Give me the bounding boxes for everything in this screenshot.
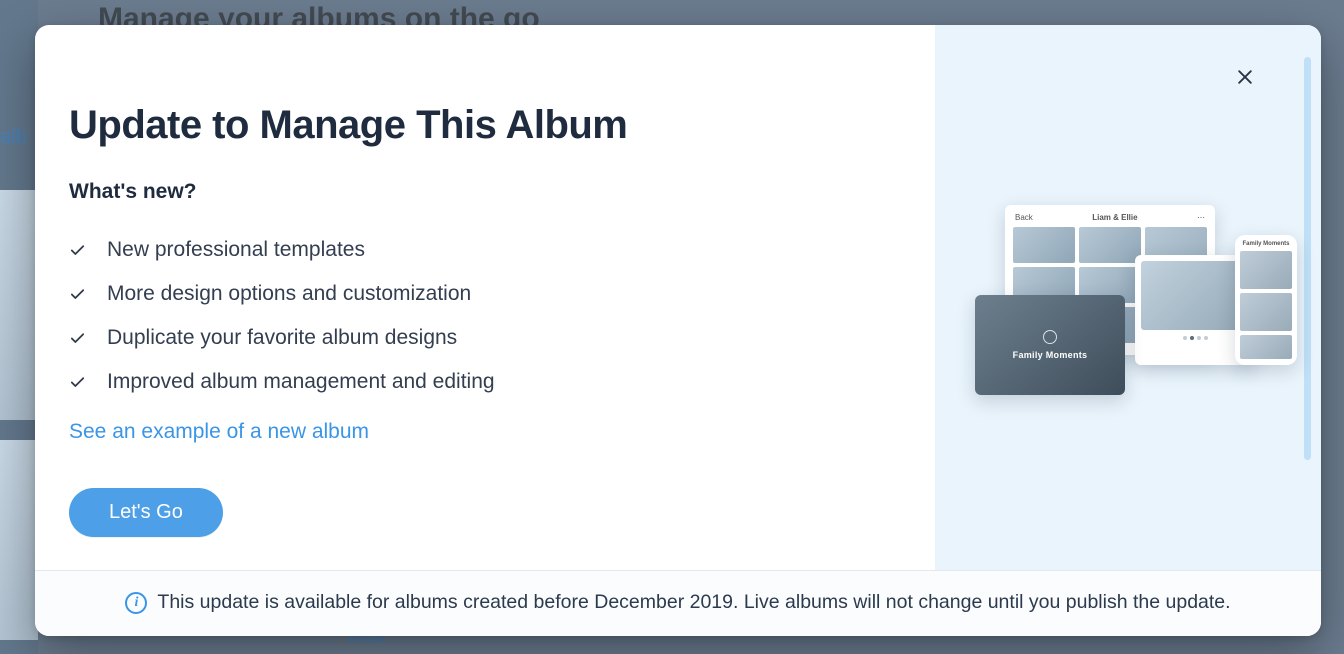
modal-content: Update to Manage This Album What's new? …	[35, 25, 935, 570]
preview-photo	[1141, 261, 1249, 330]
album-preview-illustration: Back Liam & Ellie ⋯	[975, 205, 1269, 415]
scrollbar[interactable]	[1304, 57, 1311, 460]
background-photo	[0, 190, 38, 420]
update-album-modal: Update to Manage This Album What's new? …	[35, 25, 1321, 636]
close-icon	[1235, 67, 1255, 87]
example-album-link[interactable]: See an example of a new album	[69, 420, 369, 444]
preview-menu-icon: ⋯	[1197, 213, 1205, 222]
preview-thumb	[1240, 251, 1292, 289]
check-icon	[69, 330, 87, 347]
preview-thumb	[1240, 293, 1292, 331]
feature-item: Improved album management and editing	[69, 360, 903, 404]
modal-side-panel: Back Liam & Ellie ⋯	[935, 25, 1321, 570]
background-photo	[0, 440, 38, 640]
feature-item: More design options and customization	[69, 272, 903, 316]
preview-thumb	[1079, 227, 1141, 263]
feature-text: More design options and customization	[107, 282, 471, 306]
background-tab-fragment: alb	[0, 126, 27, 149]
modal-body: Update to Manage This Album What's new? …	[35, 25, 1321, 570]
close-button[interactable]	[1231, 63, 1259, 91]
feature-item: New professional templates	[69, 228, 903, 272]
modal-subtitle: What's new?	[69, 180, 903, 204]
feature-text: Improved album management and editing	[107, 370, 495, 394]
lets-go-button[interactable]: Let's Go	[69, 488, 223, 537]
check-icon	[69, 286, 87, 303]
info-icon: i	[125, 592, 147, 614]
preview-phone-card: Family Moments	[1235, 235, 1297, 365]
preview-logo-icon	[1043, 330, 1057, 344]
modal-footer: i This update is available for albums cr…	[35, 570, 1321, 636]
preview-back-label: Back	[1015, 213, 1033, 222]
preview-hero-card: Family Moments	[975, 295, 1125, 395]
preview-thumb	[1240, 335, 1292, 359]
preview-phone-title: Family Moments	[1240, 241, 1292, 247]
feature-text: New professional templates	[107, 238, 365, 262]
preview-gallery-title: Liam & Ellie	[1092, 213, 1137, 222]
modal-title: Update to Manage This Album	[69, 103, 903, 148]
feature-text: Duplicate your favorite album designs	[107, 326, 457, 350]
footer-notice: This update is available for albums crea…	[157, 591, 1230, 614]
preview-thumb	[1013, 227, 1075, 263]
check-icon	[69, 374, 87, 391]
feature-item: Duplicate your favorite album designs	[69, 316, 903, 360]
check-icon	[69, 242, 87, 259]
preview-dots	[1141, 336, 1249, 340]
preview-hero-caption: Family Moments	[1013, 350, 1088, 360]
feature-list: New professional templates More design o…	[69, 228, 903, 404]
